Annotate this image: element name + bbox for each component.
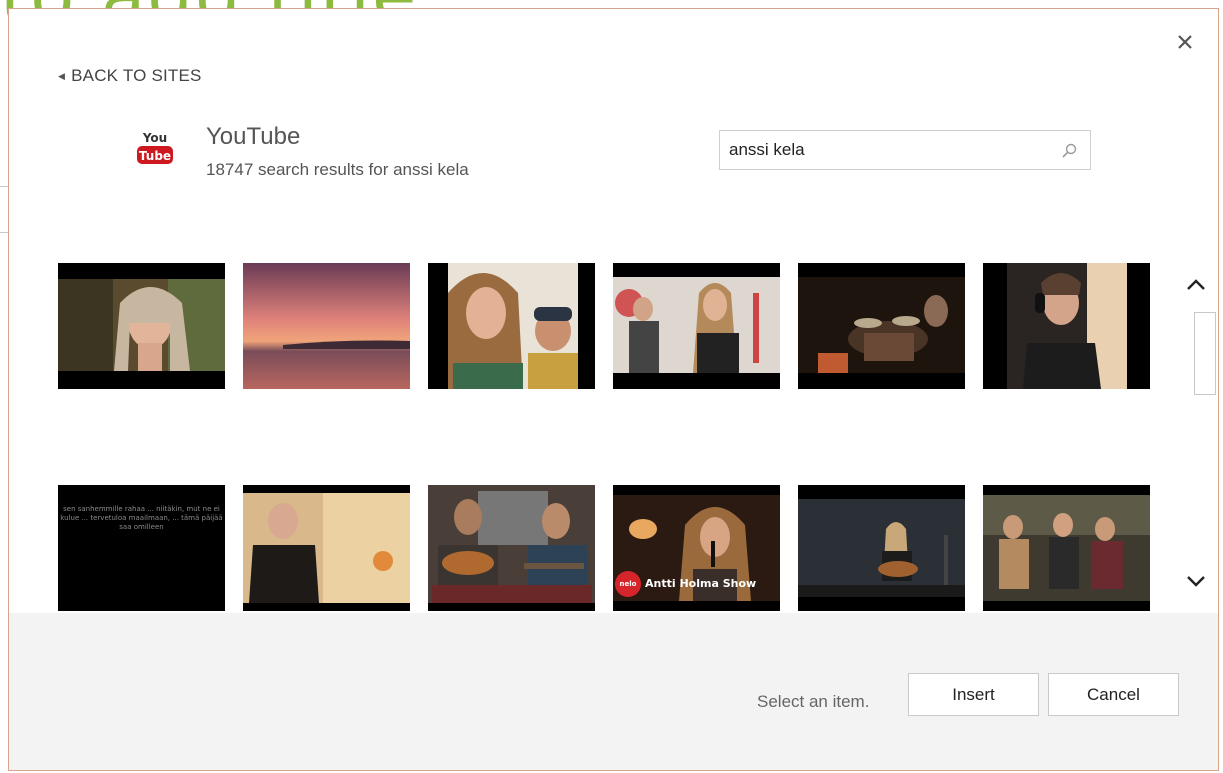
insert-button[interactable]: Insert bbox=[908, 673, 1039, 716]
close-icon bbox=[1178, 35, 1192, 49]
youtube-logo-icon: You Tube bbox=[134, 129, 178, 174]
video-thumbnail[interactable] bbox=[58, 263, 225, 389]
video-caption: Antti Holma Show bbox=[645, 577, 757, 590]
close-button[interactable] bbox=[1174, 31, 1196, 53]
search-icon[interactable] bbox=[1061, 143, 1077, 164]
search-input[interactable] bbox=[720, 132, 1049, 168]
video-thumbnail[interactable] bbox=[613, 263, 780, 389]
chevron-up-icon bbox=[1187, 279, 1205, 290]
scroll-up-button[interactable] bbox=[1185, 276, 1207, 297]
video-thumbnail[interactable] bbox=[798, 263, 965, 389]
video-thumbnail[interactable]: nelo Antti Holma Show bbox=[613, 485, 780, 611]
scroll-down-button[interactable] bbox=[1185, 574, 1207, 595]
back-to-sites-label: BACK TO SITES bbox=[71, 66, 202, 85]
search-box[interactable] bbox=[719, 130, 1091, 170]
selection-status: Select an item. bbox=[757, 692, 870, 711]
video-thumbnail[interactable]: sen sanhemmille rahaa ... niitäkin, mut … bbox=[58, 485, 225, 611]
video-thumbnail[interactable] bbox=[428, 485, 595, 611]
scrollbar-thumb[interactable] bbox=[1194, 312, 1216, 395]
video-thumbnail[interactable] bbox=[983, 263, 1150, 389]
video-caption: sen sanhemmille rahaa ... niitäkin, mut … bbox=[60, 505, 223, 531]
video-thumbnail[interactable] bbox=[798, 485, 965, 611]
insert-video-dialog: ◀ BACK TO SITES You Tube YouTube 18747 s… bbox=[8, 8, 1219, 771]
video-thumbnail[interactable] bbox=[428, 263, 595, 389]
video-thumbnail[interactable] bbox=[243, 263, 410, 389]
channel-logo-badge: nelo bbox=[615, 571, 641, 597]
video-thumbnail[interactable] bbox=[243, 485, 410, 611]
back-arrow-icon: ◀ bbox=[58, 70, 66, 81]
site-name: YouTube bbox=[206, 123, 301, 150]
youtube-logo-you: You bbox=[142, 131, 167, 145]
cancel-button[interactable]: Cancel bbox=[1048, 673, 1179, 716]
chevron-down-icon bbox=[1187, 576, 1205, 587]
search-results-count: 18747 search results for anssi kela bbox=[206, 160, 469, 179]
video-thumbnail[interactable] bbox=[983, 485, 1150, 611]
youtube-logo-tube: Tube bbox=[139, 149, 171, 163]
back-to-sites-link[interactable]: ◀ BACK TO SITES bbox=[58, 66, 202, 86]
